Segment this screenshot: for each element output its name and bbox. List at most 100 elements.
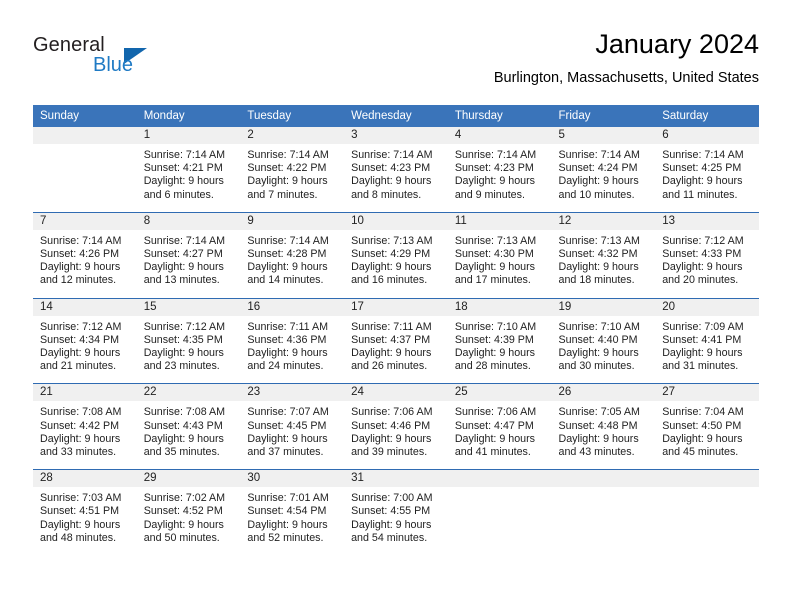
daylight-text: Daylight: 9 hours [558, 261, 639, 274]
day-details: Sunrise: 7:12 AM Sunset: 4:34 PM Daylight:… [33, 316, 137, 384]
day-number: 25 [447, 384, 552, 402]
calendar-day-cell[interactable]: 5 Sunrise: 7:14 AM Sunset: 4:24 PM Daylight… [551, 127, 656, 212]
calendar-day-cell[interactable]: 2 Sunrise: 7:14 AM Sunset: 4:22 PM Daylight… [240, 127, 345, 212]
daylight-text: Daylight: 9 hours [454, 347, 536, 360]
day-details: Sunrise: 7:07 AM Sunset: 4:45 PM Daylight:… [240, 401, 344, 469]
daylight-text: and 24 minutes. [247, 360, 324, 373]
calendar-week-row: 28 Sunrise: 7:03 AM Sunset: 4:51 PM Dayligh… [33, 469, 759, 556]
calendar-day-cell[interactable]: 28 Sunrise: 7:03 AM Sunset: 4:51 PM Dayligh… [33, 469, 137, 556]
calendar-day-cell[interactable]: 20 Sunrise: 7:09 AM Sunset: 4:41 PM Dayligh… [655, 297, 759, 384]
daylight-text: Daylight: 9 hours [662, 432, 743, 445]
daylight-text: Daylight: 9 hours [558, 347, 639, 360]
calendar-day-cell[interactable]: 24 Sunrise: 7:06 AM Sunset: 4:46 PM Dayligh… [344, 383, 448, 470]
day-details: Sunrise: 7:14 AM Sunset: 4:22 PM Daylight:… [240, 144, 344, 212]
daylight-text: and 50 minutes. [143, 531, 220, 544]
sunset-text: Sunset: 4:25 PM [662, 162, 742, 175]
calendar-day-cell[interactable]: 29 Sunrise: 7:02 AM Sunset: 4:52 PM Dayligh… [136, 469, 241, 556]
sunset-text: Sunset: 4:43 PM [143, 419, 223, 432]
day-number: 10 [344, 212, 448, 230]
day-number: 1 [136, 127, 241, 144]
day-details: Sunrise: 7:14 AM Sunset: 4:21 PM Daylight:… [137, 144, 241, 212]
day-number: 26 [551, 384, 656, 402]
calendar-day-cell[interactable]: 23 Sunrise: 7:07 AM Sunset: 4:45 PM Dayligh… [240, 383, 345, 470]
day-number: 12 [551, 212, 656, 230]
page-header: General Blue January 2024 Burlington, Ma… [33, 28, 759, 98]
calendar-day-cell[interactable]: 30 Sunrise: 7:01 AM Sunset: 4:54 PM Dayligh… [240, 469, 345, 556]
daylight-text: and 8 minutes. [351, 188, 422, 201]
daylight-text: Daylight: 9 hours [558, 432, 639, 445]
weekday-header-row: Sunday Monday Tuesday Wednesday Thursday Frid… [33, 105, 759, 127]
calendar-day-cell[interactable]: 19 Sunrise: 7:10 AM Sunset: 4:40 PM Dayligh… [551, 297, 656, 384]
daylight-text: Daylight: 9 hours [351, 518, 432, 531]
daylight-text: Daylight: 9 hours [454, 175, 536, 188]
day-details [552, 487, 656, 552]
sunset-text: Sunset: 4:32 PM [558, 248, 638, 261]
sunset-text: Sunset: 4:46 PM [351, 419, 431, 432]
calendar-day-cell[interactable]: 4 Sunrise: 7:14 AM Sunset: 4:23 PM Daylight… [447, 127, 552, 212]
page-title: January 2024 [595, 29, 759, 59]
calendar-day-cell[interactable]: 3 Sunrise: 7:14 AM Sunset: 4:23 PM Daylight… [344, 127, 448, 212]
sunrise-text: Sunrise: 7:01 AM [247, 492, 329, 505]
daylight-text: and 45 minutes. [662, 446, 739, 459]
day-number: 11 [447, 212, 552, 230]
sunrise-text: Sunrise: 7:14 AM [143, 234, 226, 247]
daylight-text: Daylight: 9 hours [40, 432, 121, 445]
calendar-day-cell[interactable]: 11 Sunrise: 7:13 AM Sunset: 4:30 PM Dayligh… [447, 211, 552, 299]
calendar-day-cell[interactable]: 14 Sunrise: 7:12 AM Sunset: 4:34 PM Dayligh… [33, 297, 137, 384]
calendar-day-cell[interactable]: 21 Sunrise: 7:08 AM Sunset: 4:42 PM Dayligh… [33, 383, 137, 470]
day-details: Sunrise: 7:09 AM Sunset: 4:41 PM Daylight:… [655, 316, 759, 384]
daylight-text: and 18 minutes. [558, 274, 635, 287]
calendar-day-cell[interactable]: 25 Sunrise: 7:06 AM Sunset: 4:47 PM Dayligh… [447, 383, 552, 470]
day-number: 15 [136, 298, 241, 316]
sunrise-text: Sunrise: 7:14 AM [351, 149, 433, 161]
daylight-text: Daylight: 9 hours [558, 175, 639, 188]
calendar-week-row: 21 Sunrise: 7:08 AM Sunset: 4:42 PM Dayligh… [33, 383, 759, 470]
calendar-day-cell[interactable]: 7 Sunrise: 7:14 AM Sunset: 4:26 PM Daylight… [33, 211, 137, 299]
day-details: Sunrise: 7:03 AM Sunset: 4:51 PM Daylight:… [33, 487, 137, 555]
daylight-text: and 41 minutes. [454, 446, 531, 459]
day-details: Sunrise: 7:08 AM Sunset: 4:43 PM Daylight:… [137, 401, 241, 469]
daylight-text: and 10 minutes. [558, 188, 635, 201]
day-number: 4 [447, 127, 552, 144]
calendar-day-cell[interactable]: 6 Sunrise: 7:14 AM Sunset: 4:25 PM Daylight… [655, 127, 759, 212]
sunrise-text: Sunrise: 7:07 AM [247, 406, 329, 419]
calendar-day-cell[interactable]: 31 Sunrise: 7:00 AM Sunset: 4:55 PM Dayligh… [344, 469, 448, 556]
sunrise-text: Sunrise: 7:12 AM [143, 320, 226, 333]
location-subtitle: Burlington, Massachusetts, United States [493, 70, 759, 86]
sunrise-text: Sunrise: 7:10 AM [454, 320, 537, 333]
calendar-day-cell[interactable]: 18 Sunrise: 7:10 AM Sunset: 4:39 PM Dayligh… [447, 297, 552, 384]
calendar-day-cell[interactable]: 1 Sunrise: 7:14 AM Sunset: 4:21 PM Daylight… [136, 127, 241, 212]
daylight-text: and 9 minutes. [454, 188, 525, 201]
calendar-day-cell[interactable]: 15 Sunrise: 7:12 AM Sunset: 4:35 PM Dayligh… [136, 297, 241, 384]
calendar-day-cell[interactable]: 27 Sunrise: 7:04 AM Sunset: 4:50 PM Dayligh… [655, 383, 759, 470]
day-number: 20 [655, 298, 759, 316]
calendar-day-cell[interactable]: 17 Sunrise: 7:11 AM Sunset: 4:37 PM Dayligh… [344, 297, 448, 384]
calendar-day-cell[interactable]: 10 Sunrise: 7:13 AM Sunset: 4:29 PM Dayligh… [344, 211, 448, 299]
daylight-text: and 39 minutes. [351, 446, 428, 459]
sunrise-sunset-calendar: Sunday Monday Tuesday Wednesday Thursday Frid… [33, 105, 759, 556]
daylight-text: and 21 minutes. [40, 360, 117, 373]
day-number: 9 [240, 212, 345, 230]
sunrise-text: Sunrise: 7:08 AM [40, 406, 122, 419]
calendar-day-cell[interactable]: 13 Sunrise: 7:12 AM Sunset: 4:33 PM Dayligh… [655, 211, 759, 299]
calendar-day-cell[interactable]: 9 Sunrise: 7:14 AM Sunset: 4:28 PM Daylight… [240, 211, 345, 299]
daylight-text: and 20 minutes. [662, 274, 739, 287]
daylight-text: Daylight: 9 hours [351, 261, 432, 274]
sunset-text: Sunset: 4:21 PM [143, 162, 223, 175]
day-number: 8 [136, 212, 241, 230]
sunset-text: Sunset: 4:33 PM [662, 248, 742, 261]
sunset-text: Sunset: 4:39 PM [454, 333, 534, 346]
day-number: 27 [655, 384, 759, 402]
calendar-day-cell[interactable]: 22 Sunrise: 7:08 AM Sunset: 4:43 PM Dayligh… [136, 383, 241, 470]
sunrise-text: Sunrise: 7:13 AM [558, 234, 640, 247]
calendar-day-cell[interactable]: 12 Sunrise: 7:13 AM Sunset: 4:32 PM Dayligh… [551, 211, 656, 299]
day-number: 6 [655, 127, 759, 144]
day-details: Sunrise: 7:12 AM Sunset: 4:33 PM Daylight:… [655, 230, 759, 298]
day-details [448, 487, 552, 552]
day-details: Sunrise: 7:11 AM Sunset: 4:37 PM Daylight:… [344, 316, 448, 384]
day-number: 3 [344, 127, 448, 144]
sunset-text: Sunset: 4:23 PM [351, 162, 431, 175]
calendar-day-cell[interactable]: 16 Sunrise: 7:11 AM Sunset: 4:36 PM Dayligh… [240, 297, 345, 384]
calendar-day-cell[interactable]: 26 Sunrise: 7:05 AM Sunset: 4:48 PM Dayligh… [551, 383, 656, 470]
calendar-day-cell[interactable]: 8 Sunrise: 7:14 AM Sunset: 4:27 PM Daylight… [136, 211, 241, 299]
